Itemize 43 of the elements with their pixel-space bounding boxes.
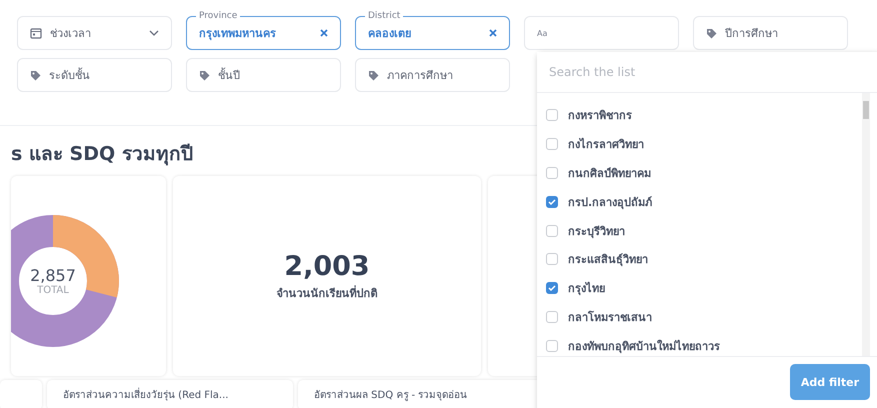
list-option[interactable]: กระบุรีวิทยา	[537, 220, 862, 240]
chart-title: อัตราส่วนความเสี่ยงวัยรุ่น (Red Fla...	[63, 390, 228, 401]
checkbox[interactable]	[546, 108, 558, 121]
filter-field[interactable]: ระดับชั้น	[17, 58, 172, 92]
calendar-icon	[30, 27, 42, 39]
checkbox[interactable]	[546, 138, 558, 150]
clear-icon[interactable]	[489, 29, 497, 37]
list-option[interactable]: กองทัพบกอุทิศบ้านใหม่ไทยถาวร	[537, 336, 862, 356]
list-option[interactable]: กงไกรลาศวิทยา	[537, 134, 862, 154]
stat-label: จำนวนนักเรียนที่ปกติ	[276, 284, 378, 302]
list-option[interactable]: กระแสสินธุ์วิทยา	[537, 249, 862, 270]
checkbox[interactable]	[546, 282, 558, 294]
list-option[interactable]: กรป.กลางอุปถัมภ์	[537, 192, 862, 212]
filter-field[interactable]: ภาคการศึกษา	[355, 58, 510, 92]
chart-title: อัตราส่วนผล SDQ ครู - รวมจุดอ่อน	[314, 390, 468, 401]
total-label: TOTAL	[37, 285, 69, 296]
scrollbar[interactable]	[862, 93, 870, 356]
list-option[interactable]: กงหราพิชากร	[537, 105, 862, 125]
check-icon	[548, 198, 556, 205]
section-title: s และ SDQ รวมทุกปี	[11, 142, 193, 168]
chevron-down-icon	[149, 30, 159, 36]
checkbox[interactable]	[546, 166, 558, 179]
text-filter-field[interactable]: Aa	[524, 16, 679, 50]
clear-icon[interactable]	[320, 29, 328, 37]
tag-icon	[368, 70, 379, 80]
stat-value: 2,003	[284, 250, 370, 282]
checkbox[interactable]	[546, 196, 558, 208]
filter-field[interactable]: ชั้นปี	[186, 58, 341, 92]
list-option[interactable]: กลาโหมราชเสนา	[537, 307, 862, 328]
tag-icon	[30, 70, 41, 80]
list-option[interactable]: กนกศิลป์พิทยาคม	[537, 162, 862, 183]
tag-icon	[199, 70, 210, 80]
checkbox[interactable]	[546, 340, 558, 352]
tag-icon	[706, 28, 717, 38]
filter-field[interactable]: ปีการศึกษา	[693, 16, 848, 50]
search-field[interactable]: Search the list	[537, 52, 877, 93]
checkbox[interactable]	[546, 253, 558, 266]
checkbox[interactable]	[546, 311, 558, 324]
list-option[interactable]: กรุงไทย	[537, 278, 862, 298]
total-value: 2,857	[30, 266, 76, 285]
checkbox[interactable]	[546, 224, 558, 236]
check-icon	[548, 285, 556, 292]
filter-field[interactable]: ช่วงเวลา	[17, 16, 172, 50]
